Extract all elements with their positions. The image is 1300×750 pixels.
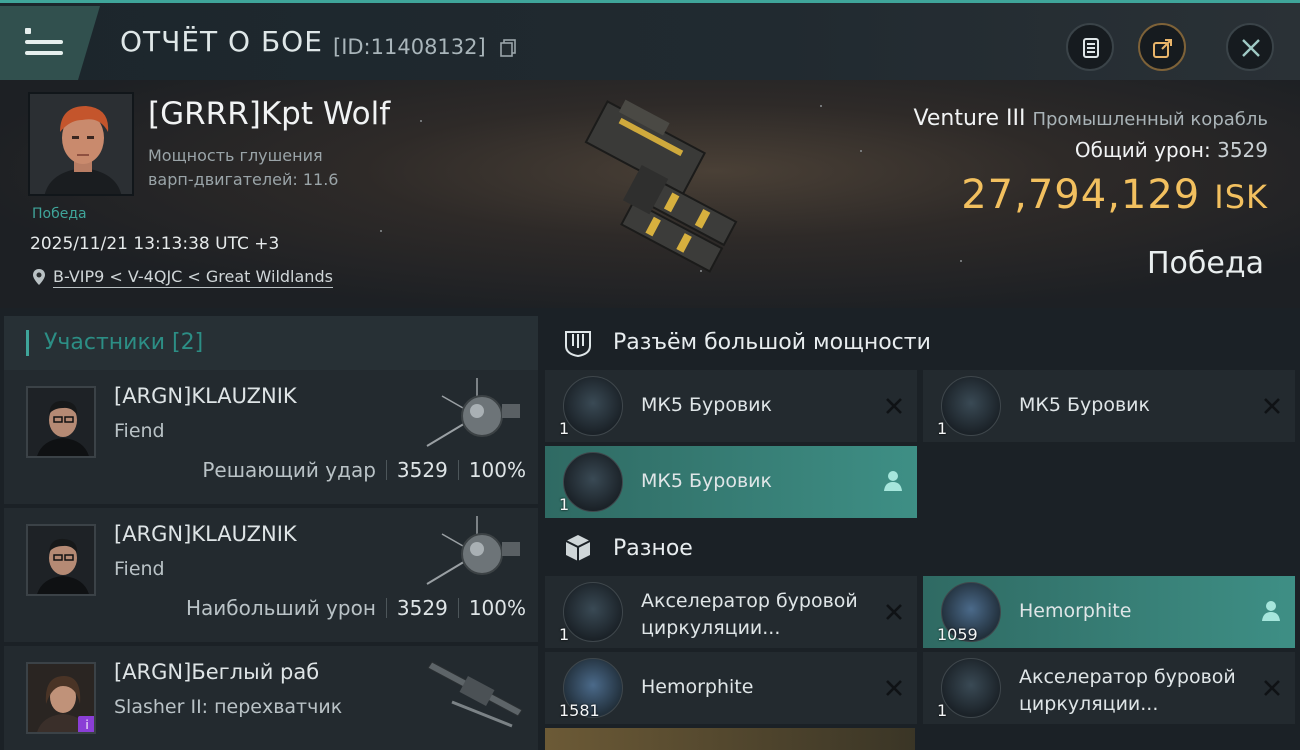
- destroyed-icon: [886, 680, 902, 696]
- participant-ship: Slasher II: перехватчик: [114, 696, 343, 718]
- mining-laser-icon: [563, 452, 623, 512]
- participant-avatar[interactable]: [26, 386, 96, 458]
- module-slot[interactable]: 1 Акселератор буровой циркуляции...: [545, 576, 917, 648]
- report-id: [ID:11408132]: [333, 35, 486, 59]
- module-slot[interactable]: 1 Акселератор буровой циркуляции...: [923, 652, 1295, 724]
- participant-damage: 3529: [396, 458, 448, 482]
- module-name: МК5 Буровик: [641, 470, 772, 492]
- participant-percent: 100%: [468, 458, 526, 482]
- misc-title: Разное: [613, 536, 693, 561]
- damage-label: Общий урон:: [1074, 138, 1211, 162]
- victory-tag: Победа: [32, 206, 87, 222]
- module-slot[interactable]: 1 МК5 Буровик: [545, 446, 917, 518]
- module-name: Hemorphite: [641, 676, 754, 698]
- location-pin-icon: [33, 269, 45, 285]
- module-qty: 1581: [559, 701, 600, 720]
- isk-unit: ISK: [1214, 178, 1268, 216]
- accelerator-icon: [563, 582, 623, 642]
- participant-avatar[interactable]: i: [26, 662, 96, 734]
- participant-damage: 3529: [396, 596, 448, 620]
- high-slot-icon: [565, 331, 591, 358]
- ship-image: [584, 99, 738, 273]
- destroyed-icon: [886, 398, 902, 414]
- dropped-icon: [884, 471, 902, 491]
- ship-class: Промышленный корабль: [1032, 109, 1268, 130]
- participant-ship: Fiend: [114, 420, 165, 442]
- menu-icon[interactable]: [25, 27, 63, 57]
- destroyed-icon: [1264, 398, 1280, 414]
- page-title: ОТЧЁТ О БОЕ: [120, 25, 323, 58]
- close-button[interactable]: [1226, 23, 1274, 71]
- participant-percent: 100%: [468, 596, 526, 620]
- kill-summary: [GRRR]Kpt Wolf Мощность глушения варп-дв…: [0, 80, 1300, 308]
- high-slots-title: Разъём большой мощности: [613, 330, 931, 355]
- isk-amount: 27,794,129: [961, 172, 1201, 218]
- clipboard-icon: [1083, 38, 1099, 58]
- kill-datetime: 2025/11/21 13:13:38 UTC +3: [30, 234, 280, 254]
- fitting-panel: Разъём большой мощности 1 МК5 Буровик 1 …: [540, 308, 1300, 750]
- battle-result: Победа: [1147, 246, 1264, 281]
- misc-header: Разное: [540, 518, 1300, 578]
- victim-portrait[interactable]: [28, 92, 134, 196]
- participant-ship: Fiend: [114, 558, 165, 580]
- participant-name[interactable]: [ARGN]KLAUZNIK: [114, 384, 297, 408]
- top-bar: ОТЧЁТ О БОЕ [ID:11408132]: [0, 0, 1300, 80]
- isk-value: 27,794,129 ISK: [961, 172, 1268, 218]
- damage-value: 3529: [1217, 138, 1268, 162]
- module-name: МК5 Буровик: [1019, 394, 1150, 416]
- total-damage: Общий урон: 3529: [1075, 138, 1268, 162]
- participant-row[interactable]: [ARGN]KLAUZNIK Fiend Наибольший урон 3529…: [4, 508, 538, 642]
- mining-laser-icon: [941, 376, 1001, 436]
- module-qty: 1: [559, 495, 570, 514]
- module-name: Акселератор буровой циркуляции...: [1019, 666, 1236, 715]
- participant-stats: Решающий удар 3529 100%: [202, 458, 526, 482]
- mining-laser-icon: [563, 376, 623, 436]
- module-name: МК5 Буровик: [641, 394, 772, 416]
- module-qty: 1: [559, 625, 570, 644]
- participant-stat-label: Решающий удар: [202, 458, 376, 482]
- participant-stat-label: Наибольший урон: [185, 596, 376, 620]
- accelerator-icon: [941, 658, 1001, 718]
- participant-row[interactable]: [ARGN]KLAUZNIK Fiend Решающий удар 3529 10…: [4, 370, 538, 504]
- location-link[interactable]: B-VIP9 < V-4QJC < Great Wildlands: [53, 267, 333, 288]
- participant-ship-image: [426, 516, 520, 585]
- module-slot[interactable]: 1581 Hemorphite: [545, 652, 917, 724]
- module-slot[interactable]: 1059 Hemorphite: [923, 576, 1295, 648]
- high-slots-header: Разъём большой мощности: [540, 312, 1300, 372]
- module-qty: 1: [559, 419, 570, 438]
- share-icon: [1153, 39, 1172, 58]
- participant-ship-image: [426, 378, 520, 447]
- ship-name[interactable]: Venture III Промышленный корабль: [914, 106, 1269, 131]
- cube-icon: [565, 535, 591, 561]
- participant-badge: i: [78, 716, 94, 732]
- destroyed-icon: [1264, 680, 1280, 696]
- report-button[interactable]: [1066, 23, 1114, 71]
- module-slot[interactable]: 1 МК5 Буровик: [545, 370, 917, 442]
- participant-name[interactable]: [ARGN]Беглый раб: [114, 660, 319, 684]
- participants-header: Участники [2]: [4, 316, 538, 370]
- participant-avatar[interactable]: [26, 524, 96, 596]
- participant-stats: Наибольший урон 3529 100%: [186, 596, 526, 620]
- participant-row[interactable]: i [ARGN]Беглый раб Slasher II: перехватч…: [4, 646, 538, 750]
- participant-ship-image: [427, 661, 523, 728]
- module-name: Акселератор буровой циркуляции...: [641, 590, 858, 639]
- ship-model: Venture III: [913, 106, 1026, 131]
- share-button[interactable]: [1138, 23, 1186, 71]
- destroyed-icon: [886, 604, 902, 620]
- participants-panel: Участники [2] [ARGN]KLAUZNIK Fiend Решаю…: [0, 308, 540, 750]
- module-qty: 1: [937, 701, 948, 720]
- module-qty: 1059: [937, 625, 978, 644]
- menu-button[interactable]: [0, 6, 100, 80]
- participants-title: Участники [2]: [44, 330, 204, 355]
- module-name: Hemorphite: [1019, 600, 1132, 622]
- participant-name[interactable]: [ARGN]KLAUZNIK: [114, 522, 297, 546]
- next-slot-peek[interactable]: [545, 728, 915, 750]
- dropped-icon: [1262, 601, 1280, 621]
- warp-disruption-stat: Мощность глушения варп-двигателей: 11.6: [148, 146, 339, 189]
- close-icon: [1242, 39, 1260, 57]
- module-qty: 1: [937, 419, 948, 438]
- copy-icon[interactable]: [500, 39, 516, 57]
- victim-name[interactable]: [GRRR]Kpt Wolf: [148, 96, 390, 132]
- module-slot[interactable]: 1 МК5 Буровик: [923, 370, 1295, 442]
